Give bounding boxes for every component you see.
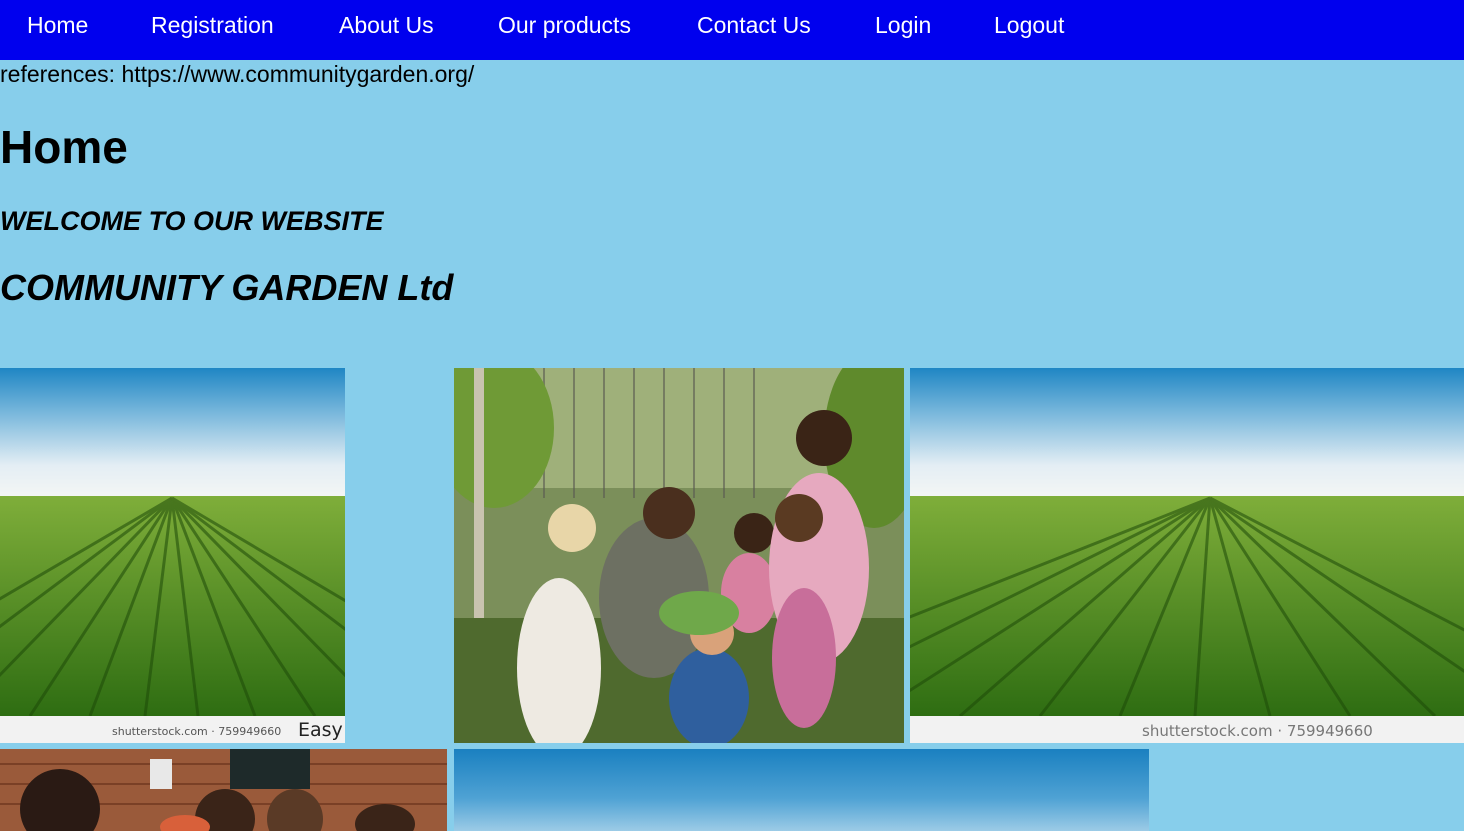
nav-about-us-link[interactable]: About Us — [339, 12, 434, 38]
company-name-heading: COMMUNITY GARDEN Ltd — [0, 267, 454, 308]
watermark-text-2: shutterstock.com · 759949660 — [1142, 722, 1373, 740]
crop-field-image-1: shutterstock.com · 759949660 Easy — [0, 368, 345, 743]
nav-logout-link[interactable]: Logout — [994, 12, 1064, 38]
page-title: Home — [0, 121, 128, 173]
easy-badge-text: Easy — [298, 719, 343, 741]
nav-registration-link[interactable]: Registration — [151, 12, 274, 38]
sky-field-image-3 — [454, 749, 1149, 831]
nav-login-link[interactable]: Login — [875, 12, 931, 38]
navbar: Home Registration About Us Our products … — [0, 0, 1464, 60]
nav-contact-us-link[interactable]: Contact Us — [697, 12, 811, 38]
crop-field-image-2: shutterstock.com · 759949660 — [910, 368, 1464, 743]
watermark-text-1: shutterstock.com · 759949660 — [112, 725, 281, 738]
references-text: references: https://www.communitygarden.… — [0, 61, 475, 87]
garden-people-photo — [0, 749, 447, 831]
nav-home-link[interactable]: Home — [27, 12, 88, 38]
welcome-heading: WELCOME TO OUR WEBSITE — [0, 206, 384, 236]
community-garden-photo — [454, 368, 904, 743]
nav-our-products-link[interactable]: Our products — [498, 12, 631, 38]
